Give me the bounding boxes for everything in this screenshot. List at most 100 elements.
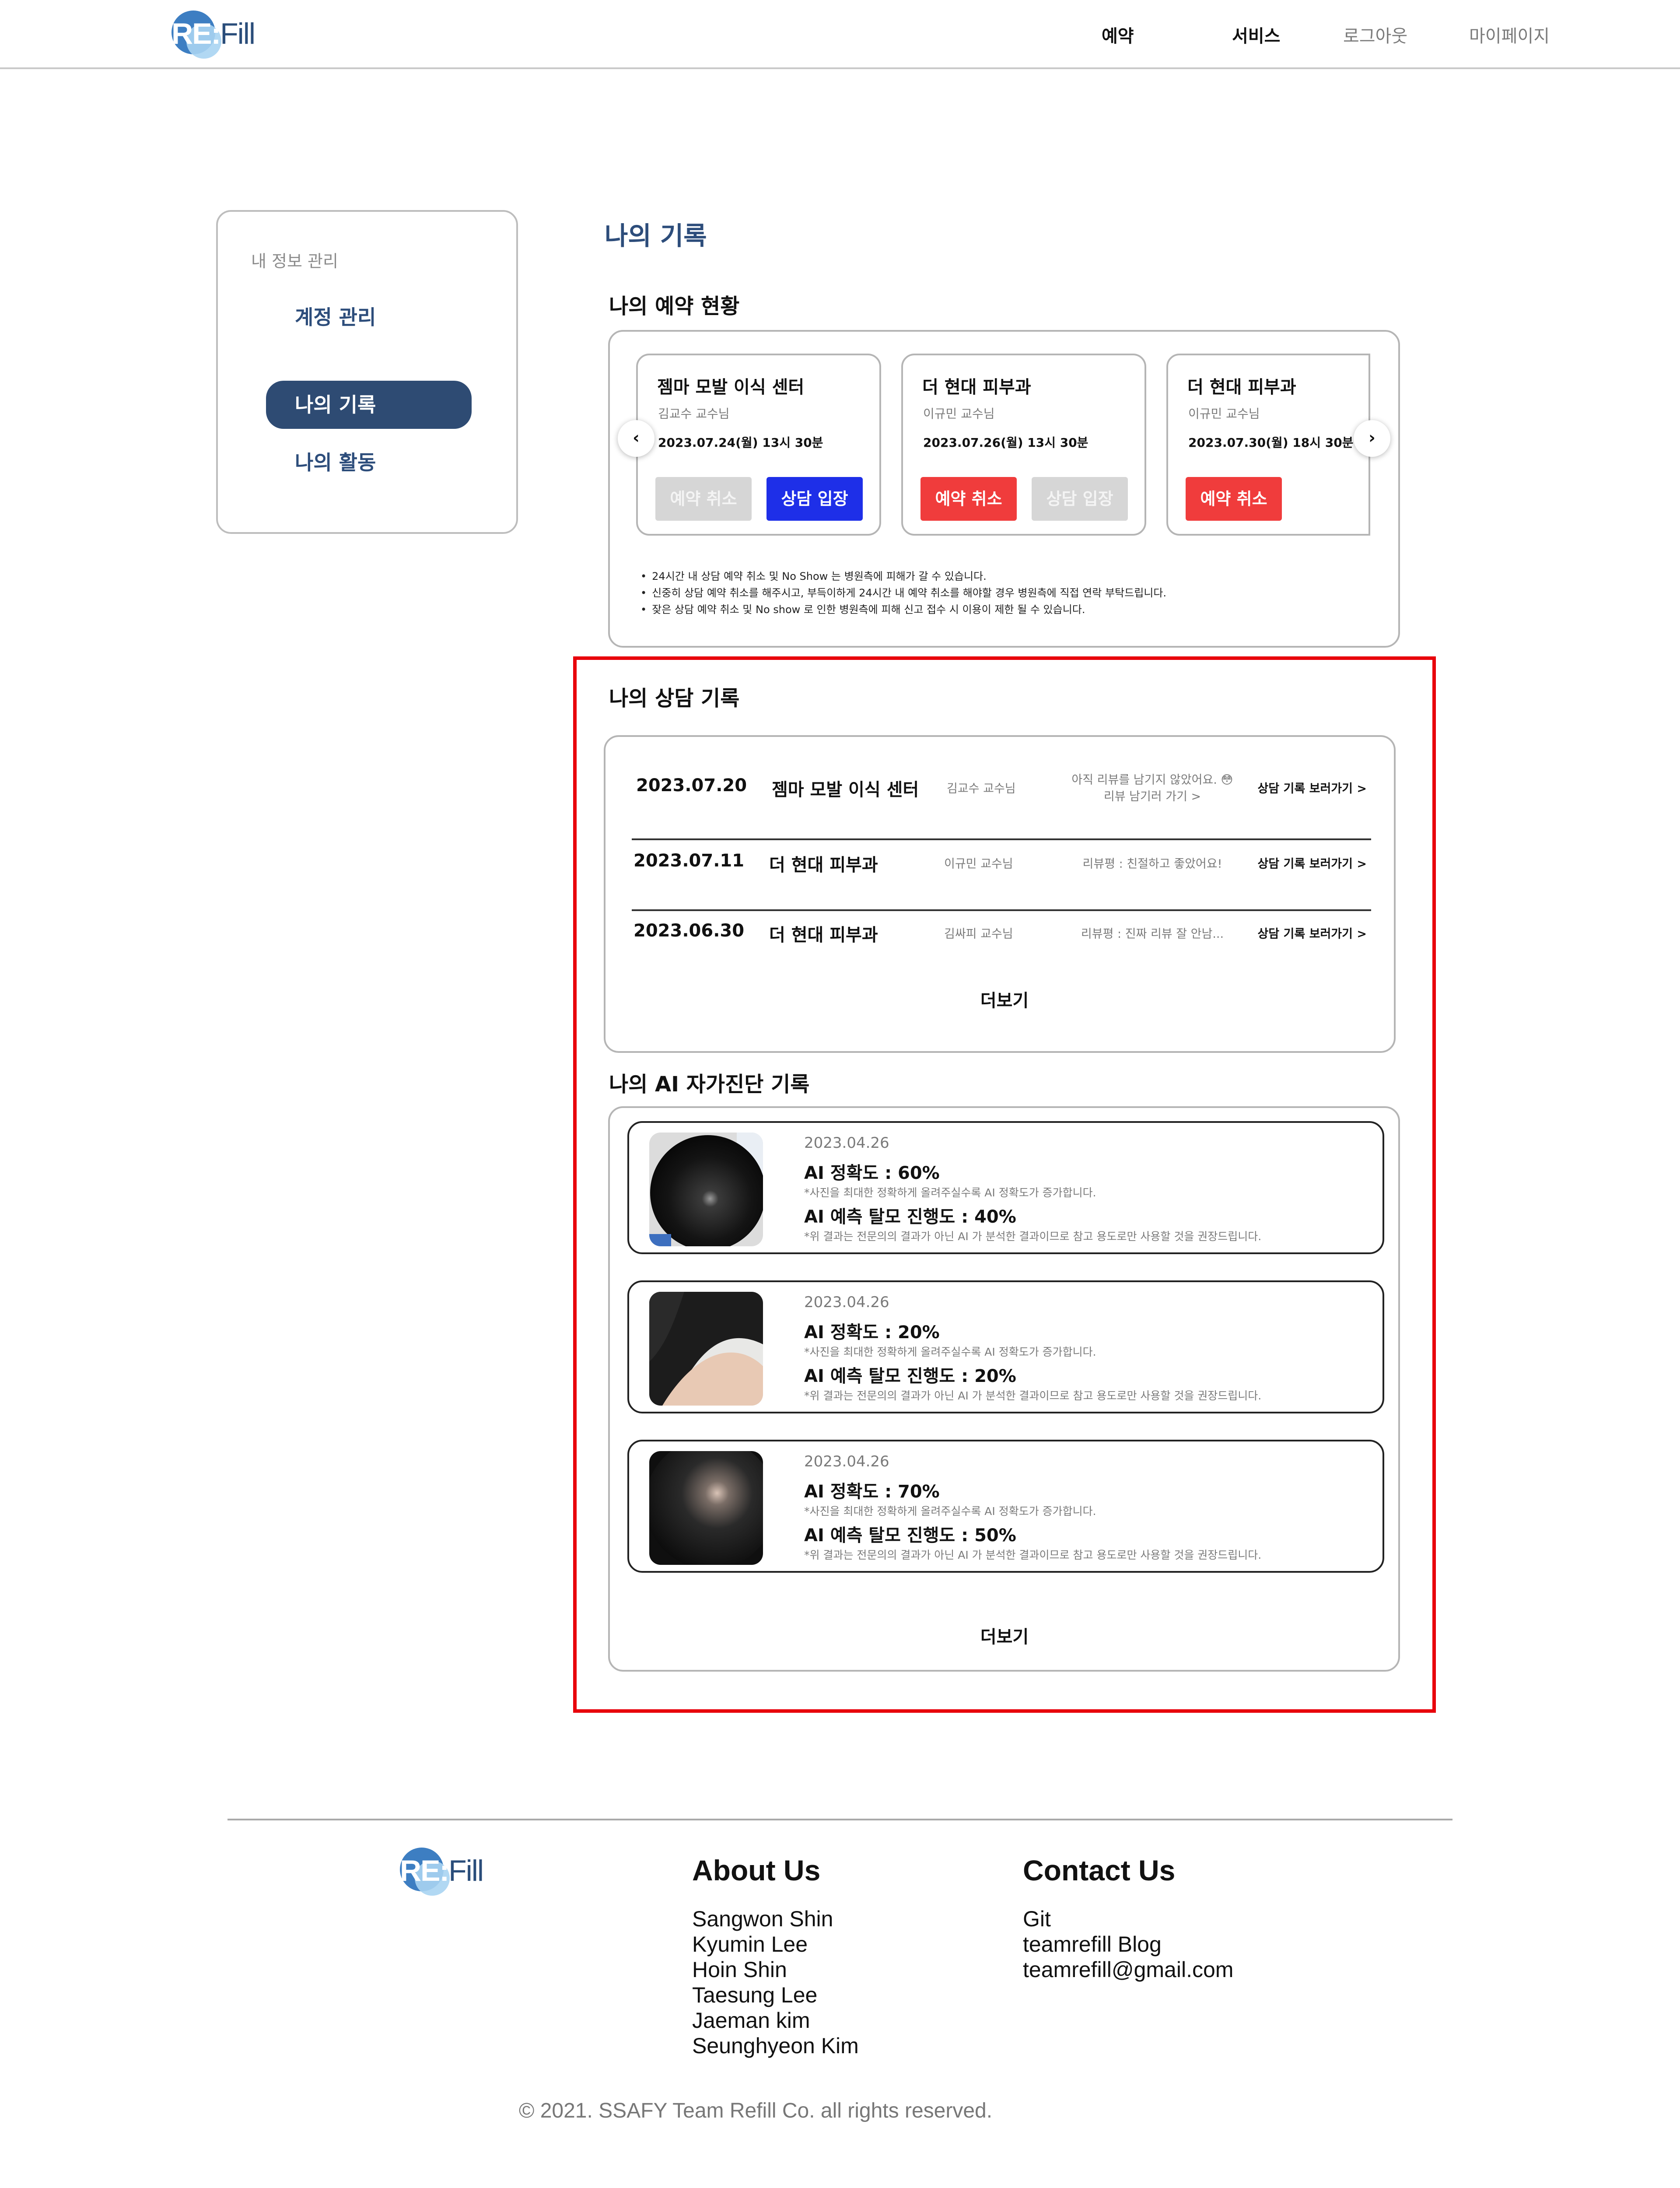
- consultation-clinic: 더 현대 피부과: [769, 925, 878, 945]
- team-member: Jaeman kim: [692, 2008, 810, 2033]
- contact-list: Git teamrefill Blog teamrefill@gmail.com: [1023, 1906, 1233, 1982]
- contact-us-heading: Contact Us: [1023, 1854, 1176, 1886]
- sidebar: 내 정보 관리 계정 관리 나의 기록 나의 활동: [216, 210, 518, 534]
- ai-disclaimer: *위 결과는 전문의의 결과가 아닌 AI 가 분석한 결과이므로 참고 용도로…: [804, 1549, 1262, 1561]
- ai-record-card[interactable]: 2023.04.26 AI 정확도 : 20% *사진을 최대한 정확하게 올려…: [627, 1280, 1384, 1413]
- consultation-date: 2023.07.11: [634, 851, 745, 871]
- sidebar-heading: 내 정보 관리: [251, 252, 338, 271]
- logo-re-text: RE:: [172, 17, 221, 50]
- reservation-datetime: 2023.07.30(월) 18시 30분: [1188, 435, 1354, 450]
- cancel-reservation-button[interactable]: 예약 취소: [1186, 477, 1282, 521]
- consultation-review[interactable]: 아직 리뷰를 남기지 않았어요. 😳 리뷰 남기러 가기 >: [1052, 772, 1253, 805]
- write-review-link[interactable]: 리뷰 남기러 가기 >: [1052, 789, 1253, 805]
- reservation-clinic: 더 현대 피부과: [1187, 377, 1296, 397]
- notice-item: 24시간 내 상담 예약 취소 및 No Show 는 병원측에 피해가 갈 수…: [640, 568, 1166, 585]
- reservation-clinic: 더 현대 피부과: [922, 377, 1031, 397]
- enter-consultation-button[interactable]: 상담 입장: [766, 477, 863, 521]
- blog-link[interactable]: teamrefill Blog: [1023, 1932, 1233, 1957]
- consultations-panel: 2023.07.20 젬마 모발 이식 센터 김교수 교수님 아직 리뷰를 남기…: [604, 735, 1396, 1053]
- ai-record-date: 2023.04.26: [804, 1134, 889, 1152]
- logo-mark: RE:Fill: [172, 11, 256, 59]
- refill-logo[interactable]: RE:Fill: [172, 11, 256, 59]
- notice-item: 잦은 상담 예약 취소 및 No show 로 인한 병원측에 피해 신고 접수…: [640, 601, 1166, 618]
- sidebar-item-account[interactable]: 계정 관리: [266, 293, 472, 341]
- nav-logout[interactable]: 로그아웃: [1343, 22, 1407, 47]
- view-consultation-link[interactable]: 상담 기록 보러가기 >: [1257, 924, 1367, 941]
- view-consultation-link[interactable]: 상담 기록 보러가기 >: [1257, 854, 1367, 871]
- ai-disclaimer: *위 결과는 전문의의 결과가 아닌 AI 가 분석한 결과이므로 참고 용도로…: [804, 1389, 1262, 1402]
- nav-mypage[interactable]: 마이페이지: [1469, 22, 1550, 47]
- ai-record-card[interactable]: 2023.04.26 AI 정확도 : 70% *사진을 최대한 정확하게 올려…: [627, 1440, 1384, 1573]
- consultation-row: 2023.07.11 더 현대 피부과 이규민 교수님 리뷰평 : 친절하고 좋…: [632, 832, 1371, 894]
- logo-re-text: RE:: [400, 1854, 449, 1887]
- review-status: 아직 리뷰를 남기지 않았어요. 😳: [1071, 773, 1233, 787]
- ai-records-panel: 2023.04.26 AI 정확도 : 60% *사진을 최대한 정확하게 올려…: [608, 1106, 1400, 1672]
- consultation-review: 리뷰평 : 친절하고 좋았어요!: [1082, 857, 1222, 871]
- reservation-datetime: 2023.07.24(월) 13시 30분: [658, 435, 823, 450]
- team-member: Hoin Shin: [692, 1957, 787, 1982]
- reservation-datetime: 2023.07.26(월) 13시 30분: [923, 435, 1088, 450]
- nav-service[interactable]: 서비스: [1232, 22, 1280, 47]
- consultations-title: 나의 상담 기록: [609, 686, 740, 711]
- about-us-heading: About Us: [692, 1854, 821, 1886]
- ai-disclaimer: *위 결과는 전문의의 결과가 아닌 AI 가 분석한 결과이므로 참고 용도로…: [804, 1230, 1262, 1243]
- page-title: 나의 기록: [605, 221, 707, 251]
- ai-hairloss-progress: AI 예측 탈모 진행도 : 50%: [804, 1525, 1016, 1546]
- team-member: Kyumin Lee: [692, 1932, 808, 1957]
- logo-fill-text: Fill: [220, 17, 256, 50]
- reservation-notice-list: 24시간 내 상담 예약 취소 및 No Show 는 병원측에 피해가 갈 수…: [640, 568, 1166, 618]
- reservation-card: 더 현대 피부과 이규민 교수님 2023.07.30(월) 18시 30분 예…: [1166, 354, 1370, 536]
- sidebar-item-my-records[interactable]: 나의 기록: [266, 381, 472, 429]
- chevron-right-icon[interactable]: ›: [1354, 420, 1390, 457]
- view-consultation-link[interactable]: 상담 기록 보러가기 >: [1257, 779, 1367, 796]
- consultation-date: 2023.06.30: [634, 921, 745, 941]
- consultation-doctor: 이규민 교수님: [944, 857, 1013, 871]
- email-link[interactable]: teamrefill@gmail.com: [1023, 1957, 1233, 1982]
- ai-hairloss-progress: AI 예측 탈모 진행도 : 40%: [804, 1207, 1016, 1227]
- reservation-doctor: 이규민 교수님: [923, 407, 995, 421]
- about-us-list: Sangwon Shin Kyumin Lee Hoin Shin Taesun…: [692, 1906, 859, 2058]
- reservation-card: 더 현대 피부과 이규민 교수님 2023.07.26(월) 13시 30분 예…: [901, 354, 1146, 536]
- ai-record-date: 2023.04.26: [804, 1453, 889, 1470]
- consultations-more-button[interactable]: 더보기: [939, 986, 1070, 1012]
- ai-record-date: 2023.04.26: [804, 1294, 889, 1311]
- reservations-title: 나의 예약 현황: [609, 294, 740, 319]
- consultation-row: 2023.07.20 젬마 모발 이식 센터 김교수 교수님 아직 리뷰를 남기…: [632, 757, 1371, 818]
- ai-accuracy-note: *사진을 최대한 정확하게 올려주실수록 AI 정확도가 증가합니다.: [804, 1346, 1096, 1358]
- reservation-clinic: 젬마 모발 이식 센터: [657, 377, 805, 397]
- logo-mark: RE:Fill: [400, 1848, 484, 1896]
- nav-reserve[interactable]: 예약: [1102, 22, 1134, 47]
- scalp-photo: [649, 1292, 763, 1406]
- reservation-card: 젬마 모발 이식 센터 김교수 교수님 2023.07.24(월) 13시 30…: [636, 354, 881, 536]
- chevron-left-icon[interactable]: ‹: [618, 420, 654, 457]
- team-member: Seunghyeon Kim: [692, 2034, 859, 2058]
- consultation-doctor: 김교수 교수님: [947, 782, 1016, 796]
- enter-consultation-button[interactable]: 상담 입장: [1032, 477, 1128, 521]
- footer-logo[interactable]: RE:Fill: [400, 1848, 484, 1896]
- consultation-clinic: 더 현대 피부과: [769, 855, 878, 875]
- team-member: Taesung Lee: [692, 1983, 818, 2007]
- sidebar-item-my-activity[interactable]: 나의 활동: [266, 438, 472, 487]
- reservation-doctor: 이규민 교수님: [1188, 407, 1260, 421]
- ai-records-title: 나의 AI 자가진단 기록: [609, 1072, 810, 1097]
- ai-record-card[interactable]: 2023.04.26 AI 정확도 : 60% *사진을 최대한 정확하게 올려…: [627, 1121, 1384, 1254]
- ai-accuracy: AI 정확도 : 70%: [804, 1482, 940, 1502]
- reservations-panel: 젬마 모발 이식 센터 김교수 교수님 2023.07.24(월) 13시 30…: [608, 330, 1400, 648]
- consultation-clinic: 젬마 모발 이식 센터: [772, 780, 919, 800]
- scalp-photo: [649, 1451, 763, 1565]
- ai-accuracy-note: *사진을 최대한 정확하게 올려주실수록 AI 정확도가 증가합니다.: [804, 1505, 1096, 1518]
- ai-accuracy-note: *사진을 최대한 정확하게 올려주실수록 AI 정확도가 증가합니다.: [804, 1186, 1096, 1199]
- notice-item: 신중히 상담 예약 취소를 해주시고, 부득이하게 24시간 내 예약 취소를 …: [640, 585, 1166, 601]
- ai-records-more-button[interactable]: 더보기: [939, 1623, 1070, 1648]
- ai-accuracy: AI 정확도 : 60%: [804, 1163, 940, 1183]
- consultation-row: 2023.06.30 더 현대 피부과 김싸피 교수님 리뷰평 : 진짜 리뷰 …: [632, 902, 1371, 964]
- footer-divider: [228, 1819, 1452, 1820]
- cancel-reservation-button[interactable]: 예약 취소: [655, 477, 752, 521]
- cancel-reservation-button[interactable]: 예약 취소: [920, 477, 1017, 521]
- team-member: Sangwon Shin: [692, 1907, 833, 1931]
- consultation-doctor: 김싸피 교수님: [944, 927, 1013, 941]
- consultation-review: 리뷰평 : 진짜 리뷰 잘 안남...: [1081, 927, 1224, 941]
- git-link[interactable]: Git: [1023, 1906, 1233, 1932]
- copyright-text: © 2021. SSAFY Team Refill Co. all rights…: [519, 2099, 993, 2122]
- ai-hairloss-progress: AI 예측 탈모 진행도 : 20%: [804, 1366, 1016, 1386]
